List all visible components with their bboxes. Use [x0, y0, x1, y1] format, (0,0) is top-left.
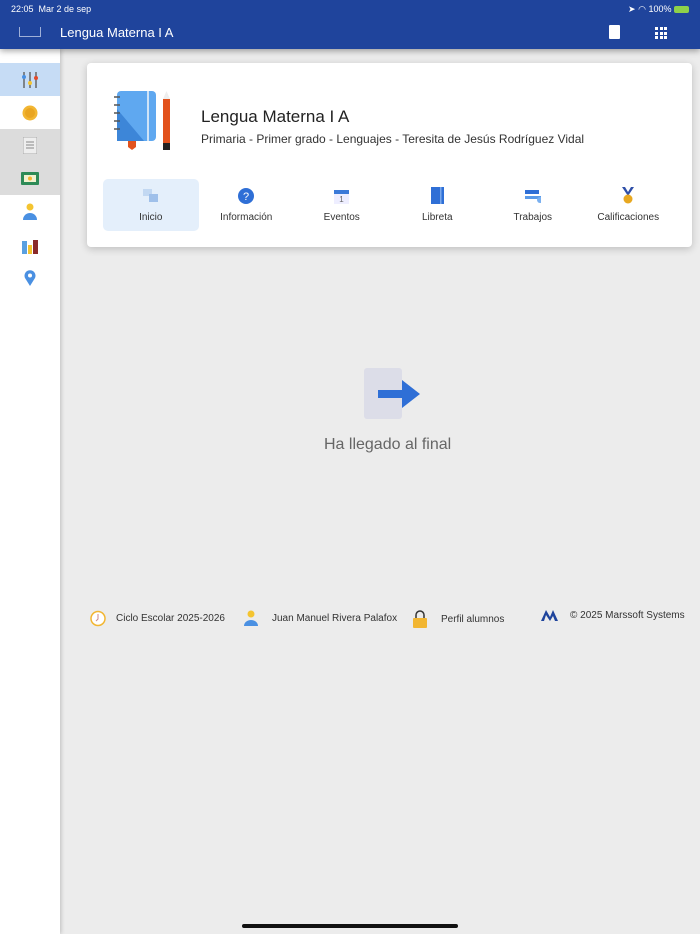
home-indicator	[242, 924, 458, 928]
user-icon	[244, 610, 258, 626]
notebook-pencil-icon	[114, 91, 170, 150]
tab-label: Trabajos	[513, 212, 553, 223]
sidebar-item-receipt[interactable]	[0, 129, 60, 162]
battery: 100%	[648, 4, 672, 14]
book-icon[interactable]	[609, 25, 620, 39]
course-subtitle: Primaria - Primer grado - Lenguajes - Te…	[201, 132, 585, 146]
copyright-text: © 2025 Marssoft Systems	[570, 610, 685, 621]
user-name: Juan Manuel Rivera Palafox	[272, 612, 398, 624]
calendar-icon: 1	[334, 187, 350, 204]
profile-label: Perfil alumnos	[441, 613, 505, 625]
tab-informacion[interactable]: ? Información	[199, 179, 295, 231]
medal-icon	[620, 187, 636, 204]
battery-icon	[674, 6, 689, 14]
location-pin-icon	[24, 269, 36, 286]
sidebar	[0, 49, 60, 934]
svg-text:?: ?	[243, 191, 249, 203]
time: 22:05	[11, 4, 34, 14]
tab-trabajos[interactable]: Trabajos	[485, 179, 581, 231]
header-title: Lengua Materna I A	[60, 25, 174, 40]
tab-eventos[interactable]: 1 Eventos	[294, 179, 390, 231]
sidebar-item-student[interactable]	[0, 195, 60, 228]
lock-icon	[413, 610, 427, 628]
person-icon	[23, 203, 37, 220]
help-icon: ?	[238, 187, 255, 204]
sidebar-item-family[interactable]	[0, 228, 60, 261]
family-icon	[22, 239, 38, 254]
apps-grid-icon[interactable]	[655, 27, 667, 39]
tab-label: Información	[220, 212, 273, 223]
marssoft-logo-icon	[541, 610, 558, 621]
tab-label: Inicio	[139, 212, 163, 223]
sidebar-item-location[interactable]	[0, 261, 60, 294]
footer-cycle: Ciclo Escolar 2025-2026	[89, 610, 225, 627]
end-message: Ha llegado al final	[324, 436, 452, 453]
tab-libreta[interactable]: Libreta	[390, 179, 486, 231]
app-logo-icon[interactable]	[19, 27, 41, 37]
top-bar: 22:05 Mar 2 de sep ➤ ◠ 100% Lengua Mater…	[0, 0, 700, 49]
status-bar: 22:05 Mar 2 de sep ➤ ◠ 100%	[11, 4, 689, 15]
coin-icon	[22, 105, 38, 120]
svg-text:1: 1	[340, 195, 345, 204]
cycle-label: Ciclo Escolar 2025-2026	[116, 613, 225, 624]
tab-inicio[interactable]: Inicio	[103, 179, 199, 231]
end-arrow-icon	[364, 368, 420, 419]
footer-profile: Perfil alumnos	[413, 610, 504, 628]
sidebar-item-filters[interactable]	[0, 63, 60, 96]
notebook-icon	[429, 187, 445, 204]
sliders-icon	[22, 71, 38, 88]
course-title: Lengua Materna I A	[201, 107, 350, 126]
course-card: Lengua Materna I A Primaria - Primer gra…	[87, 63, 692, 247]
tab-label: Calificaciones	[597, 212, 660, 223]
tab-label: Libreta	[421, 212, 453, 223]
receipt-icon	[23, 137, 37, 154]
footer-copyright: © 2025 Marssoft Systems	[541, 610, 685, 621]
tab-calificaciones[interactable]: Calificaciones	[581, 179, 677, 231]
tab-label: Eventos	[323, 212, 360, 223]
assignments-icon	[524, 187, 541, 204]
clock-icon	[90, 610, 106, 627]
date: Mar 2 de sep	[38, 4, 92, 14]
sidebar-item-coins[interactable]	[0, 96, 60, 129]
chat-icon	[142, 187, 159, 204]
course-tabs: Inicio ? Información 1 Eventos Libreta Tra…	[103, 179, 676, 231]
sidebar-item-money[interactable]	[0, 162, 60, 195]
footer-user: Juan Manuel Rivera Palafox	[244, 610, 397, 626]
money-icon	[21, 172, 39, 185]
